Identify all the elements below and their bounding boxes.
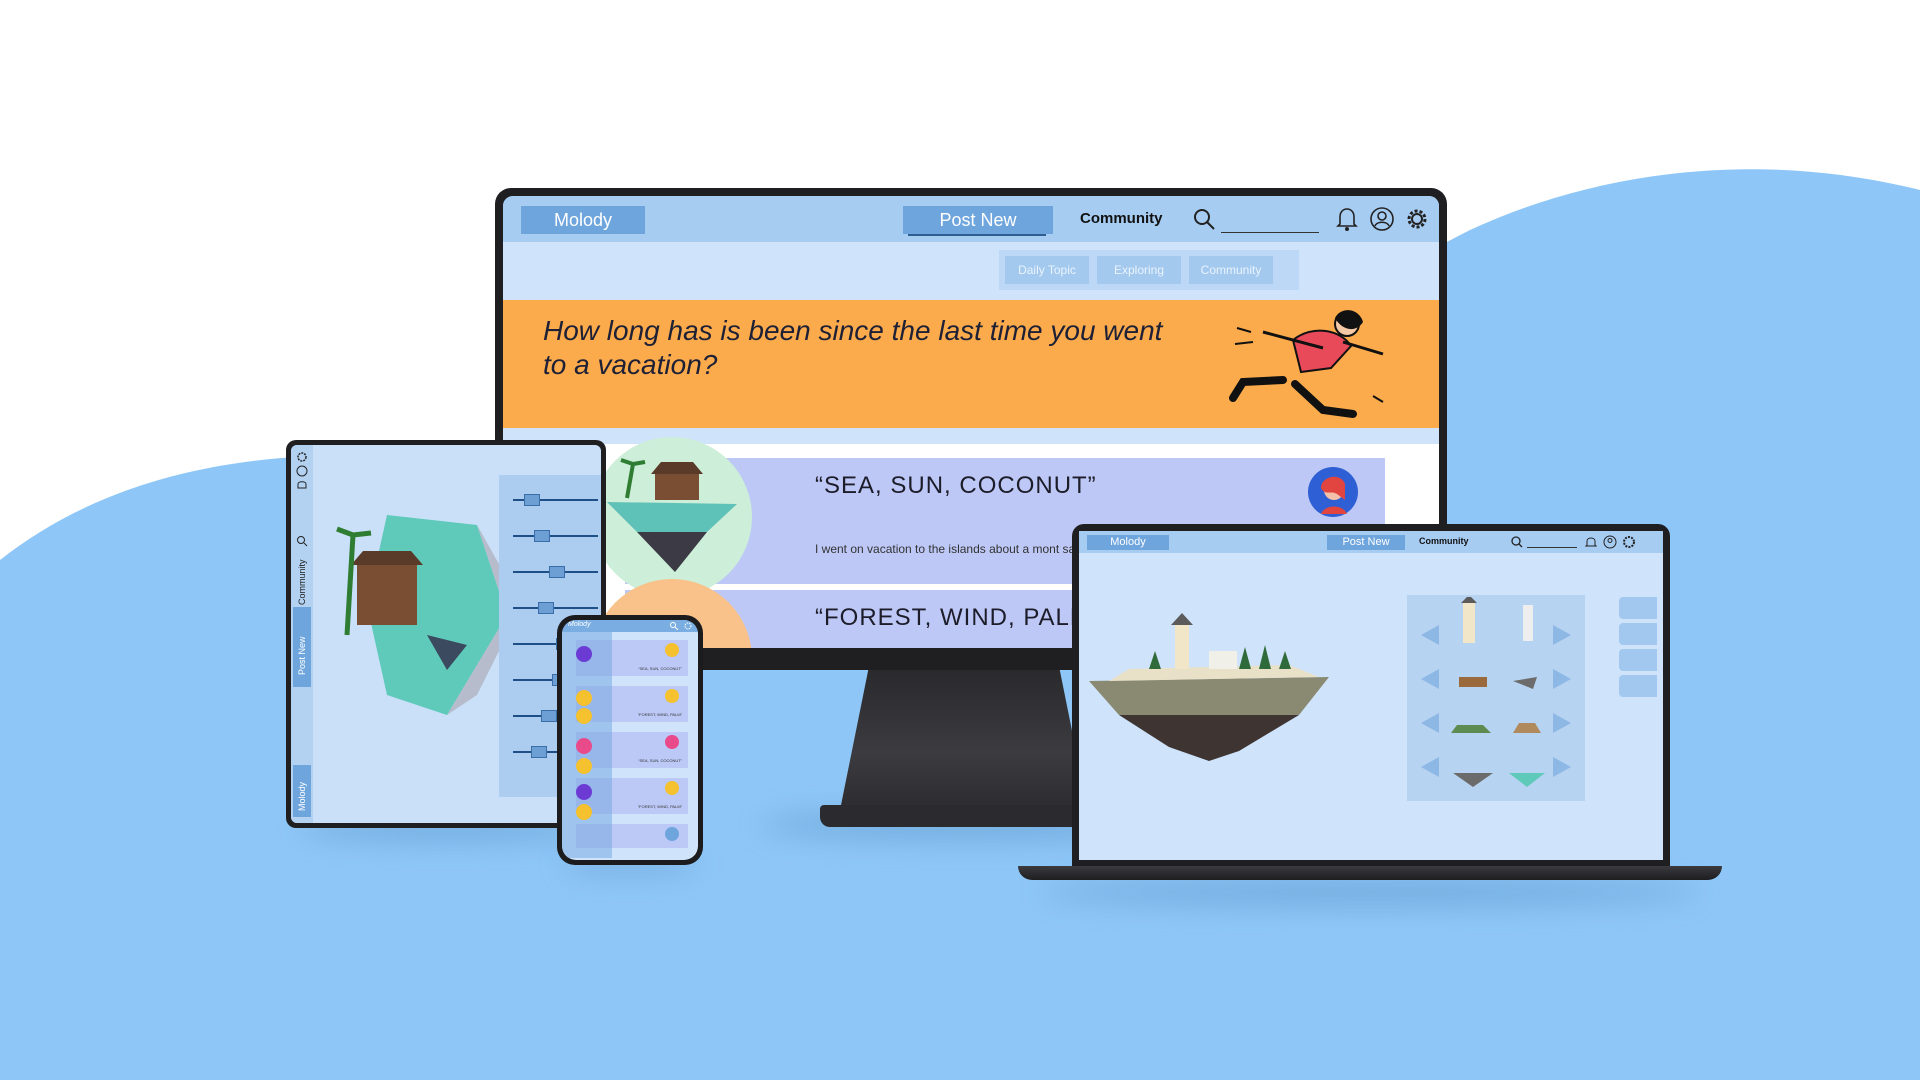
tablet-side-nav: Community Post New Molody	[291, 445, 313, 823]
bell-icon[interactable]	[1585, 536, 1597, 548]
tab-community[interactable]: Community	[1189, 256, 1273, 284]
post-new-underline	[908, 234, 1046, 236]
laptop-side-tab[interactable]	[1619, 675, 1657, 697]
builder-asset-thumbnails	[1451, 597, 1545, 787]
slider-handle[interactable]	[530, 746, 547, 758]
search-input[interactable]	[1527, 547, 1577, 548]
search-icon[interactable]	[296, 535, 308, 547]
island-lighthouse-3d	[1089, 613, 1329, 761]
post-title: “SEA, SUN, COCONUT”	[815, 472, 1097, 499]
laptop-side-tab[interactable]	[1619, 649, 1657, 671]
next-arrow-icon[interactable]	[1553, 669, 1571, 689]
search-icon[interactable]	[1511, 536, 1523, 548]
phone-top-nav: Molody	[562, 620, 698, 632]
slider-handle[interactable]	[541, 710, 558, 722]
builder-panel	[1407, 595, 1585, 801]
phone-device: Molody “SEA, SUN, COCONUT” “FOREST, WIND…	[557, 615, 703, 865]
next-arrow-icon[interactable]	[1553, 757, 1571, 777]
nav-community-link[interactable]: Community	[1080, 210, 1163, 227]
prev-arrow-icon[interactable]	[1421, 713, 1439, 733]
tablet-screen: Community Post New Molody	[291, 445, 601, 823]
settings-icon[interactable]	[1621, 534, 1637, 550]
post-new-button[interactable]: Post New	[903, 206, 1053, 234]
banner-question: How long has is been since the last time…	[543, 315, 1163, 380]
logo-button[interactable]: Molody	[521, 206, 645, 234]
monitor-stand	[838, 670, 1090, 820]
settings-icon[interactable]	[1403, 205, 1431, 233]
laptop-shadow	[1040, 878, 1700, 906]
prev-arrow-icon[interactable]	[1421, 757, 1439, 777]
post-new-button[interactable]: Post New	[1327, 535, 1405, 550]
profile-icon[interactable]	[296, 465, 308, 477]
laptop-device: Molody Post New Community	[1072, 524, 1670, 866]
avatar[interactable]	[1307, 466, 1359, 518]
slider-handle[interactable]	[537, 602, 554, 614]
phone-screen: Molody “SEA, SUN, COCONUT” “FOREST, WIND…	[562, 620, 698, 860]
running-person-illustration	[1229, 310, 1384, 418]
tab-exploring[interactable]: Exploring	[1097, 256, 1181, 284]
search-icon[interactable]	[670, 622, 678, 630]
tablet-post-new-button[interactable]: Post New	[293, 607, 311, 687]
settings-icon[interactable]	[296, 451, 308, 463]
next-arrow-icon[interactable]	[1553, 625, 1571, 645]
laptop-base	[1018, 866, 1722, 880]
tab-daily-topic[interactable]: Daily Topic	[1005, 256, 1089, 284]
phone-logo[interactable]: Molody	[568, 621, 591, 628]
profile-icon[interactable]	[1603, 535, 1617, 549]
laptop-screen: Molody Post New Community	[1079, 531, 1663, 860]
bell-icon[interactable]	[296, 479, 308, 491]
next-arrow-icon[interactable]	[1553, 713, 1571, 733]
slider-handle[interactable]	[534, 530, 551, 542]
nav-community-link[interactable]: Community	[1419, 536, 1469, 546]
desktop-top-nav: Molody Post New Community	[503, 196, 1439, 242]
laptop-side-tab[interactable]	[1619, 623, 1657, 645]
profile-icon[interactable]	[1369, 206, 1395, 232]
avatar-list	[576, 646, 592, 820]
prev-arrow-icon[interactable]	[1421, 625, 1439, 645]
island-house-3d	[336, 515, 522, 715]
prev-arrow-icon[interactable]	[1421, 669, 1439, 689]
slider-handle[interactable]	[523, 494, 540, 506]
slider-track[interactable]	[513, 607, 598, 609]
daily-topic-banner: How long has is been since the last time…	[503, 300, 1439, 428]
monitor-stand-base	[820, 805, 1110, 827]
laptop-side-tab[interactable]	[1619, 597, 1657, 619]
post-title: “FOREST, WIND, PALM”	[815, 604, 1100, 631]
search-icon[interactable]	[1193, 208, 1217, 232]
slider-track[interactable]	[513, 535, 598, 537]
avatar-list-right	[665, 643, 679, 841]
tablet-logo-button[interactable]: Molody	[293, 765, 311, 817]
tablet-community-link[interactable]: Community	[297, 559, 307, 605]
settings-icon[interactable]	[684, 622, 692, 630]
laptop-top-nav: Molody Post New Community	[1079, 531, 1663, 553]
subtab-bar: Daily Topic Exploring Community	[999, 250, 1299, 290]
search-input[interactable]	[1221, 232, 1319, 233]
bell-icon[interactable]	[1335, 206, 1359, 232]
slider-handle[interactable]	[548, 566, 565, 578]
logo-button[interactable]: Molody	[1087, 535, 1169, 550]
